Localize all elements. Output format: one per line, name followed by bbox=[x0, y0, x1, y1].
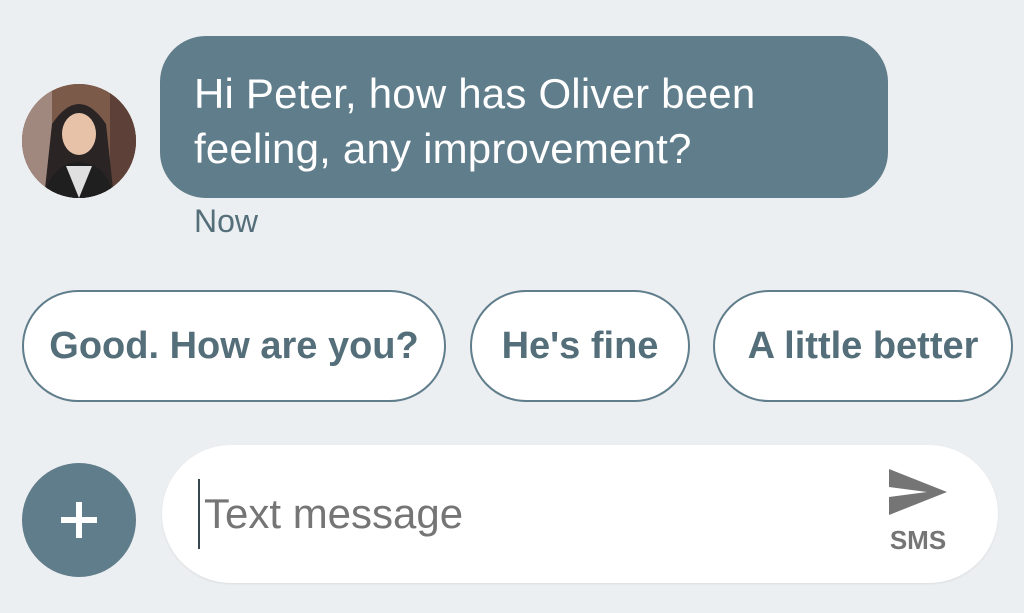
add-attachment-button[interactable] bbox=[22, 463, 136, 577]
smart-reply-good-how-are-you[interactable]: Good. How are you? bbox=[22, 290, 446, 402]
send-sms-label: SMS bbox=[889, 525, 947, 555]
send-sms-button[interactable]: SMS bbox=[878, 467, 958, 563]
send-icon bbox=[889, 469, 947, 515]
message-text-line-1: Hi Peter, how has Oliver been bbox=[194, 70, 756, 117]
message-timestamp: Now bbox=[194, 203, 259, 239]
incoming-message-bubble: Hi Peter, how has Oliver been feeling, a… bbox=[160, 36, 888, 198]
plus-icon bbox=[61, 502, 97, 538]
sender-avatar[interactable] bbox=[22, 84, 136, 198]
compose-bar: SMS bbox=[162, 445, 998, 583]
text-message-input[interactable] bbox=[198, 479, 838, 549]
smart-reply-hes-fine[interactable]: He's fine bbox=[470, 290, 690, 402]
smart-reply-a-little-better[interactable]: A little better bbox=[713, 290, 1013, 402]
message-text-line-2: feeling, any improvement? bbox=[194, 125, 692, 172]
